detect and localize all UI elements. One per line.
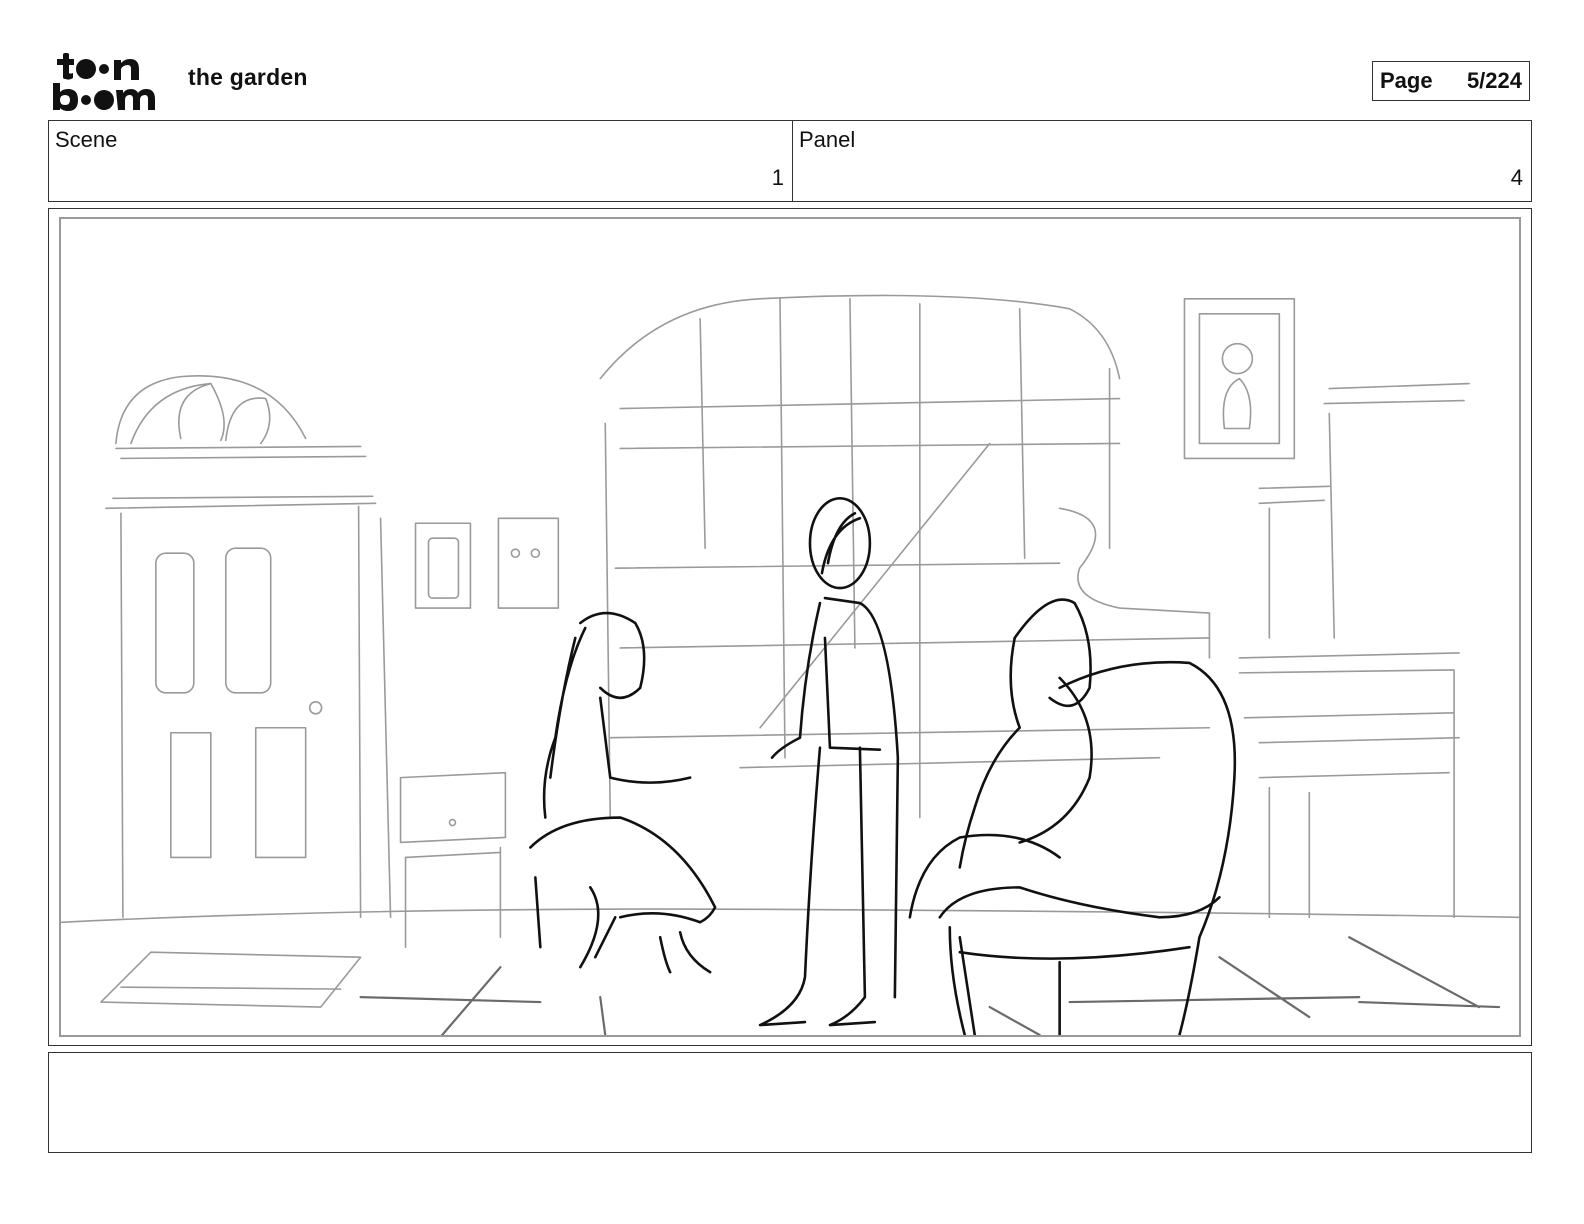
toonboom-logo: [52, 50, 164, 112]
page-indicator: Page 5/224: [1372, 61, 1530, 101]
panel-notes-box: [48, 1052, 1532, 1153]
scene-cell: Scene 1: [49, 121, 793, 201]
scene-number: 1: [771, 165, 784, 190]
page-label: Page: [1380, 68, 1433, 93]
sketch-drawing: [61, 294, 1519, 1035]
storyboard-panel: [48, 208, 1532, 1046]
background-room-sketch: [61, 294, 1519, 1008]
project-title: the garden: [188, 64, 308, 90]
panel-cell: Panel 4: [793, 121, 1531, 201]
panel-number: 4: [1510, 165, 1523, 190]
panel-label: Panel: [799, 127, 856, 152]
page-number: 5/224: [1466, 68, 1522, 93]
scene-label: Scene: [55, 127, 118, 152]
characters-sketch: [529, 497, 1237, 1035]
scene-panel-info: Scene 1 Panel 4: [48, 120, 1532, 202]
panel-drawing-area: [59, 217, 1521, 1037]
floor-tiles-sketch: [359, 936, 1501, 1035]
